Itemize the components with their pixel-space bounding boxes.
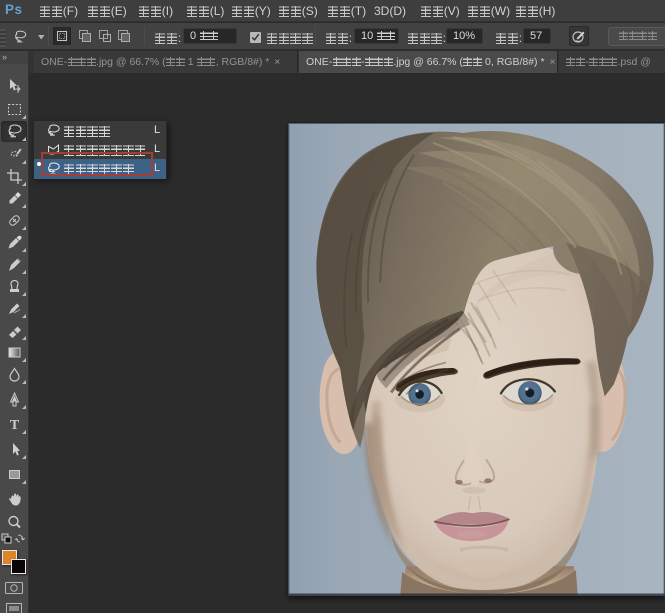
svg-text:T: T [9,418,19,433]
